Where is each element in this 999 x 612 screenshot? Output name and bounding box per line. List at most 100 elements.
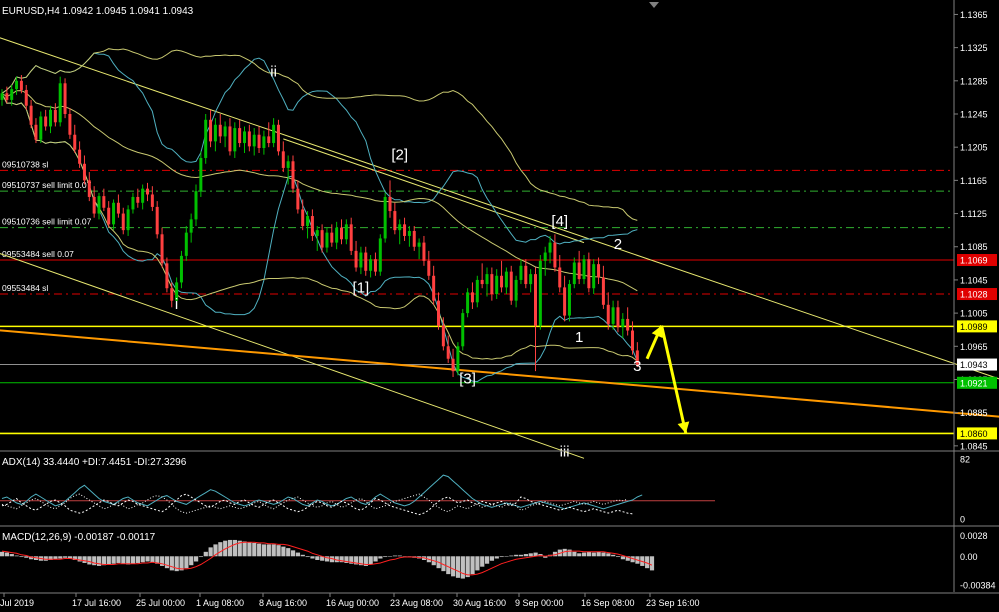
macd-histogram-bar: [514, 554, 519, 557]
time-tick-label: 25 Jul 00:00: [136, 598, 185, 608]
candle-body: [34, 124, 38, 140]
candle-body: [427, 260, 431, 276]
candle-body: [218, 124, 222, 137]
macd-histogram-bar: [130, 556, 136, 564]
candle-body: [78, 149, 82, 164]
macd-histogram-bar: [24, 556, 29, 558]
price-tick-label: 1.1205: [960, 143, 988, 153]
macd-histogram-bar: [291, 550, 296, 557]
candle-body: [466, 292, 470, 314]
macd-histogram-bar: [111, 556, 116, 564]
price-tick-label: 1.1285: [960, 76, 988, 86]
candle-body: [58, 83, 62, 123]
candle-body: [272, 124, 276, 144]
candle-body: [403, 224, 407, 236]
candle-body: [383, 196, 387, 239]
order-line-label: 09553484 sl: [2, 283, 48, 293]
macd-histogram-bar: [611, 554, 616, 557]
order-line-label: 09510738 sl: [2, 159, 48, 169]
candle-body: [199, 157, 203, 192]
macd-histogram-bar: [116, 556, 121, 563]
price-tick-label: 1.0885: [960, 408, 988, 418]
candle-body: [567, 284, 571, 316]
price-tag-label: 1.1069: [960, 256, 988, 266]
macd-histogram-bar: [518, 554, 524, 557]
candle-body: [286, 161, 290, 168]
candle-body: [73, 134, 77, 150]
candle-body: [281, 151, 285, 168]
candle-body: [170, 288, 174, 301]
candle-body: [0, 93, 4, 100]
macd-histogram-bar: [218, 542, 223, 557]
candle-body: [107, 207, 111, 225]
candle-body: [393, 211, 397, 231]
macd-histogram-bar: [261, 544, 267, 557]
macd-histogram-bar: [9, 554, 14, 557]
macd-histogram-bar: [480, 556, 485, 567]
candle-body: [572, 262, 576, 285]
candle-body: [504, 271, 508, 288]
macd-histogram-bar: [58, 556, 63, 559]
candle-body: [378, 238, 382, 272]
candle-body: [82, 163, 86, 181]
macd-histogram-bar: [373, 556, 378, 562]
macd-histogram-bar: [485, 556, 490, 564]
time-tick-label: 9 Sep 00:00: [515, 598, 564, 608]
macd-histogram-bar: [271, 544, 276, 557]
candle-body: [335, 227, 339, 243]
candle-body: [92, 196, 96, 214]
candle-body: [388, 196, 392, 212]
candle-body: [301, 209, 305, 226]
macd-histogram-bar: [509, 555, 514, 557]
candle-body: [126, 209, 130, 231]
macd-histogram-bar: [4, 552, 10, 557]
candle-body: [490, 274, 494, 295]
candle-body: [320, 230, 324, 248]
candle-body: [519, 265, 523, 280]
candle-body: [53, 109, 57, 123]
candle-body: [179, 255, 183, 283]
candle-body: [146, 188, 149, 195]
candle-body: [597, 264, 601, 278]
macd-histogram-bar: [368, 556, 373, 565]
macd-histogram-bar: [266, 544, 271, 557]
wave-label: 2: [614, 236, 622, 253]
macd-histogram-bar: [295, 552, 301, 557]
adx-tick-label: 82: [960, 455, 970, 465]
candle-body: [233, 128, 237, 152]
macd-histogram-bar: [140, 556, 145, 563]
wave-label: i: [175, 296, 178, 313]
price-tick-label: 1.1165: [960, 176, 987, 186]
macd-histogram-bar: [242, 541, 247, 557]
candle-body: [136, 196, 140, 203]
price-tag-label: 1.1028: [960, 290, 988, 300]
candle-body: [582, 259, 586, 280]
macd-histogram-bar: [43, 556, 48, 561]
macd-histogram-bar: [470, 556, 475, 575]
candle-body: [243, 131, 246, 144]
time-tick-label: 16 Sep 08:00: [581, 598, 635, 608]
macd-histogram-bar: [184, 556, 189, 569]
candle-body: [563, 287, 567, 316]
chart-canvas[interactable]: 09510738 sl 09510737 sell limit 0.07 09510…: [0, 0, 999, 612]
macd-histogram-bar: [455, 556, 461, 578]
macd-histogram-bar: [596, 551, 601, 557]
candle-body: [87, 180, 91, 197]
adx-tick-label: 0: [960, 515, 965, 525]
macd-histogram-bar: [252, 542, 257, 557]
macd-histogram-bar: [397, 555, 402, 557]
candle-body: [480, 279, 484, 285]
macd-histogram-bar: [305, 556, 310, 558]
macd-title: MACD(12,26,9) -0.00187 -0.00117: [2, 532, 156, 543]
macd-histogram-bar: [150, 556, 155, 563]
candle-body: [29, 105, 33, 125]
candle-body: [354, 250, 358, 268]
candle-body: [407, 230, 411, 236]
macd-histogram-bar: [121, 556, 126, 564]
wave-label: ii: [270, 64, 277, 81]
macd-histogram-bar: [232, 539, 237, 557]
candle-body: [577, 262, 581, 280]
time-tick-label: 1 Aug 08:00: [196, 598, 244, 608]
macd-histogram-bar: [194, 556, 199, 562]
candle-body: [626, 318, 630, 331]
